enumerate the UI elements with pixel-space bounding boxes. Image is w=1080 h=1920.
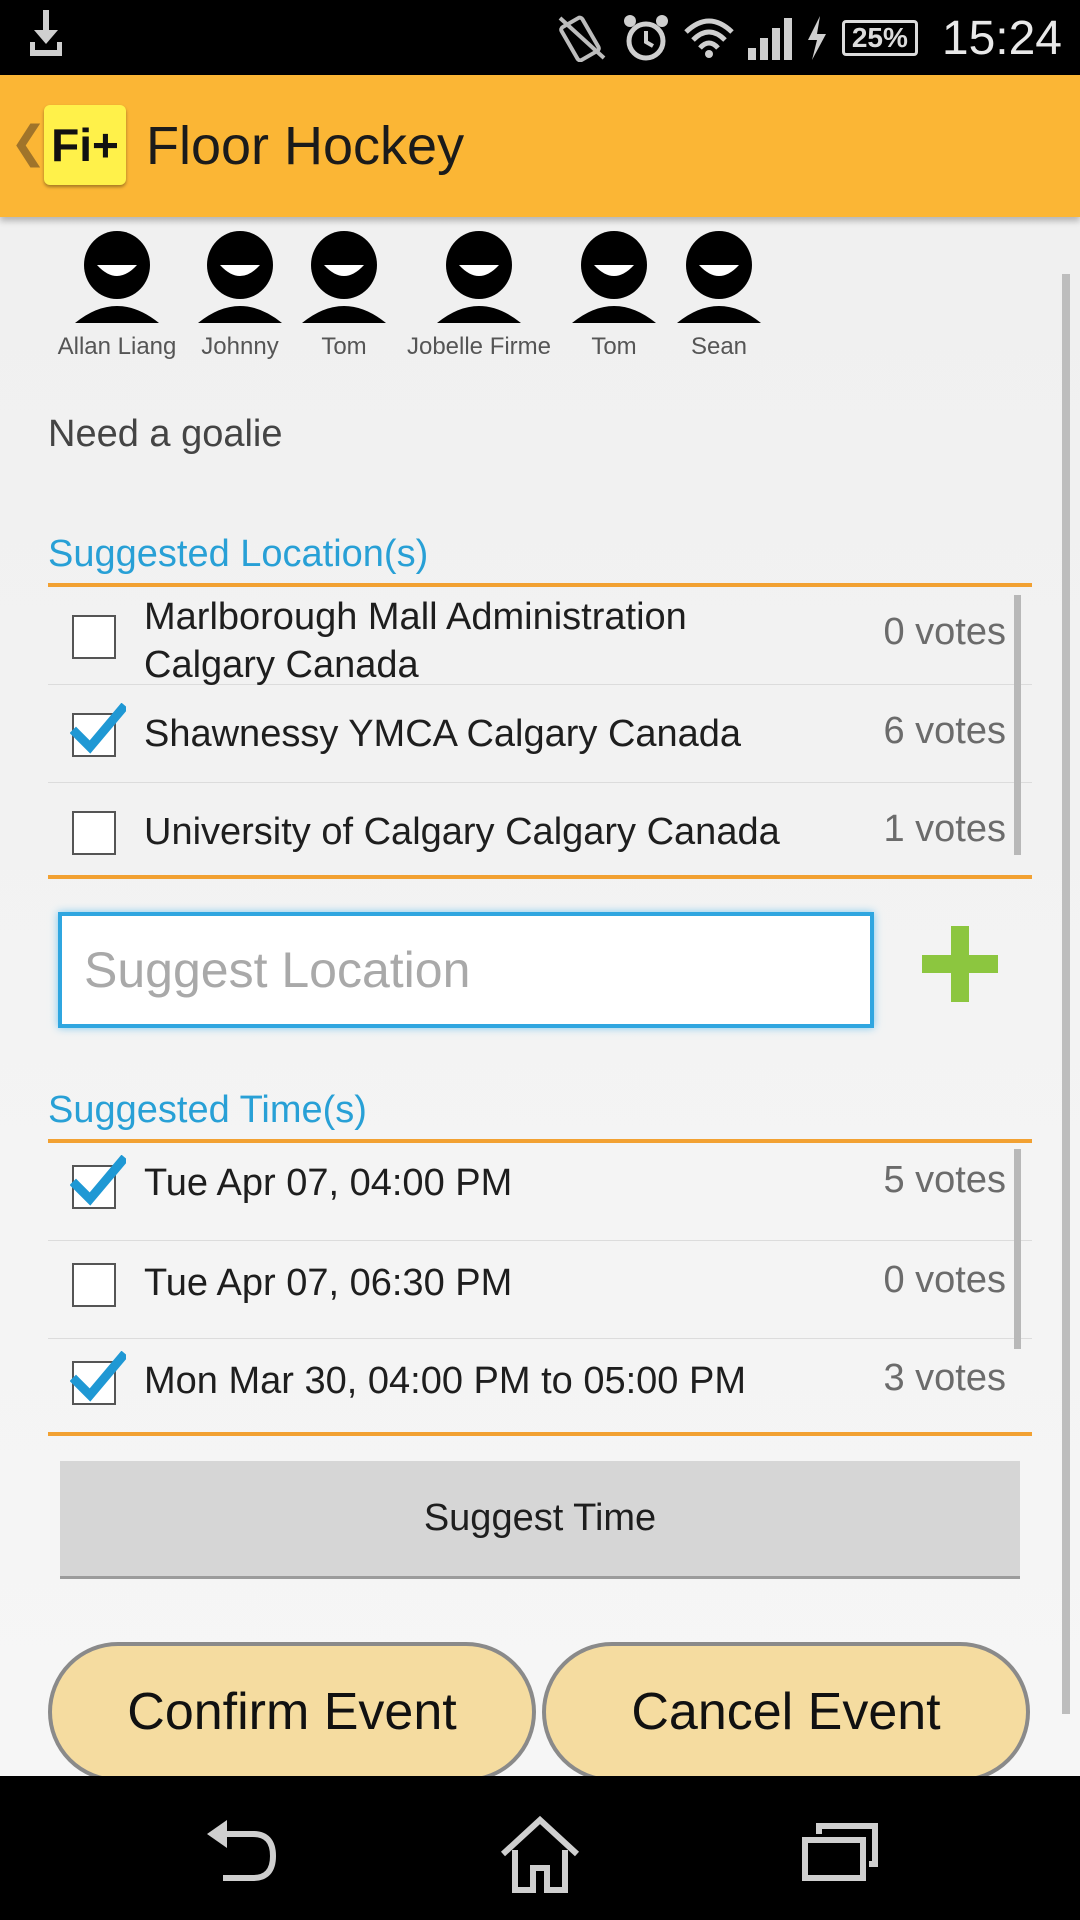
avatar-icon xyxy=(75,231,159,323)
avatar-icon xyxy=(437,231,521,323)
location-checkbox[interactable] xyxy=(72,615,116,659)
alarm-icon xyxy=(623,15,668,61)
download-icon xyxy=(30,10,62,56)
member-item[interactable]: Sean xyxy=(639,227,799,361)
page-scrollbar[interactable] xyxy=(1062,274,1070,1714)
time-label: Tue Apr 07, 06:30 PM xyxy=(144,1262,513,1304)
times-title: Suggested Time(s) xyxy=(48,1089,367,1131)
member-list: Allan Liang Johnny Tom Jobelle Firme Tom… xyxy=(0,227,1080,377)
location-row[interactable]: Marlborough Mall Administration Calgary … xyxy=(48,587,1032,686)
charging-icon xyxy=(807,16,826,60)
time-checkbox[interactable] xyxy=(70,1351,126,1405)
add-location-button[interactable] xyxy=(918,922,1002,1006)
battery-percent: 25% xyxy=(851,22,908,53)
times-list[interactable]: Tue Apr 07, 04:00 PM 5 votes Tue Apr 07,… xyxy=(48,1143,1032,1443)
battery-icon: 25% xyxy=(841,20,918,56)
time-votes: 5 votes xyxy=(883,1159,1006,1201)
confirm-event-button[interactable]: Confirm Event xyxy=(48,1642,536,1782)
back-icon[interactable]: ❮ xyxy=(10,117,47,168)
time-row[interactable]: Tue Apr 07, 04:00 PM 5 votes xyxy=(48,1143,1032,1241)
suggest-location-input[interactable]: Suggest Location xyxy=(58,912,874,1028)
home-nav-icon[interactable] xyxy=(495,1814,585,1894)
location-label: University of Calgary Calgary Canada xyxy=(144,811,780,853)
cancel-event-button[interactable]: Cancel Event xyxy=(542,1642,1030,1782)
locations-title: Suggested Location(s) xyxy=(48,533,429,575)
location-label: Marlborough Mall Administration Calgary … xyxy=(144,596,687,686)
wifi-icon xyxy=(684,18,734,58)
locations-list[interactable]: Marlborough Mall Administration Calgary … xyxy=(48,587,1032,893)
checkmark-icon xyxy=(70,1155,126,1206)
time-checkbox[interactable] xyxy=(72,1263,116,1307)
recent-apps-nav-icon[interactable] xyxy=(795,1814,885,1894)
back-nav-icon[interactable] xyxy=(195,1814,285,1894)
action-bar: ❮ Fi+ Floor Hockey xyxy=(0,75,1080,217)
checkmark-icon xyxy=(70,1351,126,1402)
avatar-icon xyxy=(302,231,386,323)
time-votes: 3 votes xyxy=(883,1357,1006,1399)
event-description: Need a goalie xyxy=(48,413,283,455)
location-row[interactable]: Shawnessy YMCA Calgary Canada 6 votes xyxy=(48,685,1032,783)
navigation-bar xyxy=(0,1776,1080,1920)
time-row[interactable]: Mon Mar 30, 04:00 PM to 05:00 PM 3 votes xyxy=(48,1339,1032,1436)
status-bar: 25% 15:24 xyxy=(0,0,1080,75)
clock: 15:24 xyxy=(941,11,1062,65)
app-logo[interactable]: Fi+ xyxy=(44,105,126,185)
times-bottom-divider xyxy=(48,1432,1032,1436)
member-name: Sean xyxy=(690,333,748,360)
avatar-icon xyxy=(677,231,761,323)
location-label: Shawnessy YMCA Calgary Canada xyxy=(144,713,742,755)
location-votes: 1 votes xyxy=(883,808,1006,850)
no-rotate-icon xyxy=(558,15,606,62)
time-votes: 0 votes xyxy=(883,1259,1006,1301)
location-votes: 6 votes xyxy=(883,710,1006,752)
event-details: Allan Liang Johnny Tom Jobelle Firme Tom… xyxy=(0,217,1080,1777)
time-row[interactable]: Tue Apr 07, 06:30 PM 0 votes xyxy=(48,1241,1032,1339)
times-list-scrollbar[interactable] xyxy=(1014,1149,1021,1349)
location-checkbox[interactable] xyxy=(72,811,116,855)
page-title: Floor Hockey xyxy=(146,116,465,176)
location-checkbox[interactable] xyxy=(70,703,126,757)
time-label: Mon Mar 30, 04:00 PM to 05:00 PM xyxy=(144,1360,746,1402)
time-checkbox[interactable] xyxy=(70,1155,126,1209)
location-row[interactable]: University of Calgary Calgary Canada 1 v… xyxy=(48,783,1032,880)
suggest-time-button[interactable]: Suggest Time xyxy=(60,1461,1020,1579)
locations-bottom-divider xyxy=(48,875,1032,879)
signal-icon xyxy=(747,18,792,60)
locations-list-scrollbar[interactable] xyxy=(1014,595,1021,855)
checkmark-icon xyxy=(70,703,126,754)
location-votes: 0 votes xyxy=(883,611,1006,653)
time-label: Tue Apr 07, 04:00 PM xyxy=(144,1162,513,1204)
